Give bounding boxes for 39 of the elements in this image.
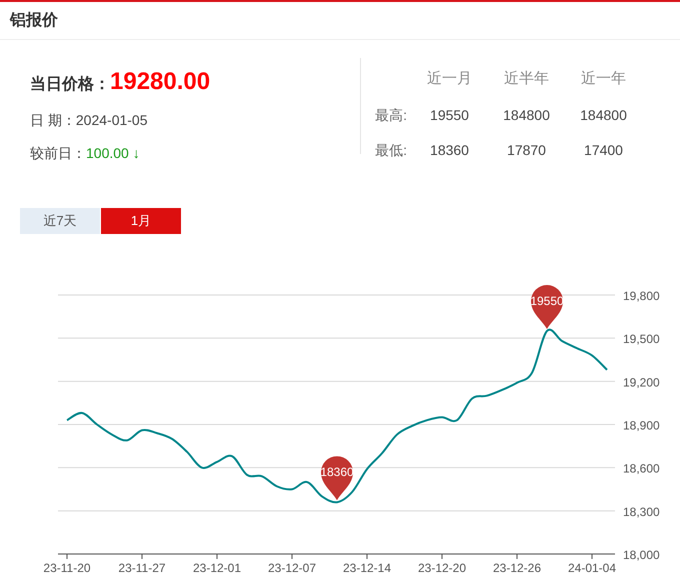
x-tick-label: 23-12-01 xyxy=(192,561,242,575)
y-tick-label: 18,900 xyxy=(623,418,660,432)
x-tick-label: 23-12-14 xyxy=(342,561,392,575)
row-label: 最低: xyxy=(374,140,408,160)
y-tick-label: 19,200 xyxy=(623,375,660,390)
annotation: 18360 xyxy=(320,465,354,480)
y-tick-label: 18,300 xyxy=(623,504,660,519)
table-cell-text: 19550 xyxy=(429,106,470,124)
column-header: 近一月 xyxy=(426,69,473,89)
price-label: 当日价格： xyxy=(30,74,110,95)
x-tick-label: 23-12-20 xyxy=(418,561,466,575)
y-tick-label: 19,500 xyxy=(623,332,660,346)
page-title: 铝报价 xyxy=(10,10,58,30)
table-cell-text: 184800 xyxy=(579,106,628,124)
change-label: 较前日： xyxy=(30,144,86,163)
table-cell-text: 184800 xyxy=(502,106,551,124)
y-tick-label: 19,800 xyxy=(623,289,660,303)
x-tick-label: 24-01-04 xyxy=(568,561,616,575)
date-label: 日 期： xyxy=(30,111,76,130)
x-tick-label: 23-11-20 xyxy=(43,561,91,575)
x-tick-label: 23-12-26 xyxy=(492,561,542,575)
y-tick-label: 18,600 xyxy=(623,462,660,476)
column-header: 近一年 xyxy=(580,69,627,89)
date-value: 2024-01-05 xyxy=(76,111,148,130)
annotation: 19550 xyxy=(530,294,564,308)
price-value: 19280.00 xyxy=(110,67,210,97)
table-cell-text: 18360 xyxy=(429,140,470,160)
marker-pin: 18360 xyxy=(320,456,354,500)
column-header: 近半年 xyxy=(503,69,550,89)
range-tab[interactable]: 近7天 xyxy=(20,208,100,234)
table-cell-text: 17400 xyxy=(583,140,624,160)
marker-pin: 19550 xyxy=(530,285,564,329)
y-tick-label: 18,000 xyxy=(623,548,660,562)
x-tick-label: 23-12-07 xyxy=(268,561,316,575)
change-value: 100.00 ↓ xyxy=(86,144,140,163)
x-tick-label: 23-11-27 xyxy=(118,561,166,575)
range-tab[interactable]: 1月 xyxy=(101,208,181,234)
row-label: 最高: xyxy=(374,106,408,124)
table-cell-text: 17870 xyxy=(506,140,547,160)
